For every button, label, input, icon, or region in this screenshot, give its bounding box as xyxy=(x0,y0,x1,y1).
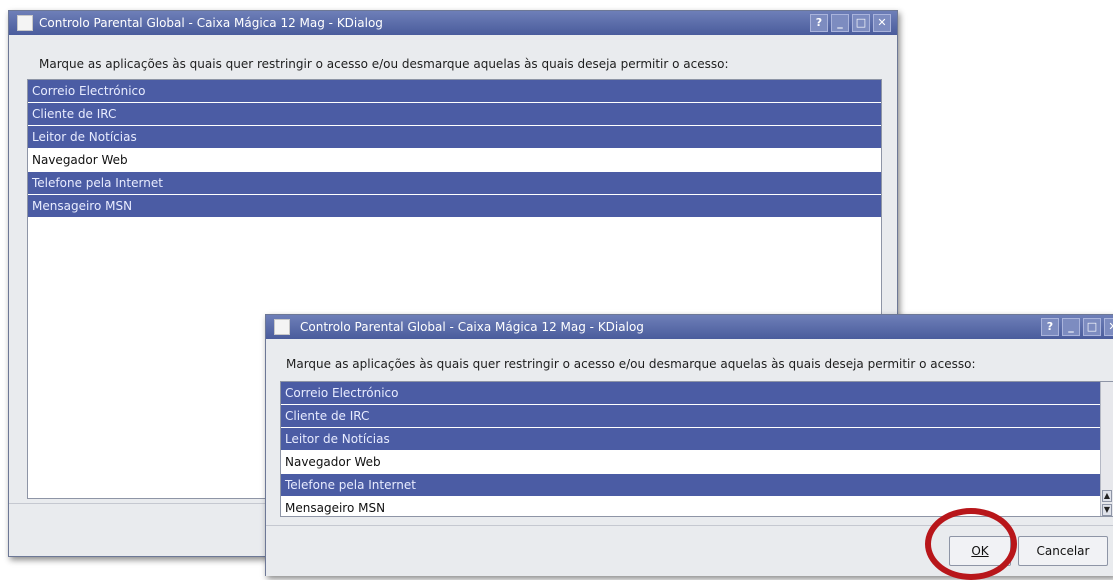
list-item[interactable]: Mensageiro MSN xyxy=(28,195,881,218)
list-item[interactable]: Navegador Web xyxy=(28,149,881,172)
maximize-button[interactable]: □ xyxy=(1083,318,1101,336)
list-item[interactable]: Leitor de Notícias xyxy=(28,126,881,149)
list-item[interactable]: Correio Electrónico xyxy=(281,382,1100,405)
prompt-text: Marque as aplicações às quais quer restr… xyxy=(286,357,976,371)
minimize-button[interactable]: _ xyxy=(831,14,849,32)
list-scrollbar[interactable]: ▲ ▼ xyxy=(1100,382,1113,516)
list-item[interactable]: Cliente de IRC xyxy=(28,103,881,126)
close-button[interactable]: ✕ xyxy=(873,14,891,32)
applications-list[interactable]: Correio Electrónico Cliente de IRC Leitor … xyxy=(280,381,1113,517)
scroll-down-arrow-icon[interactable]: ▼ xyxy=(1102,504,1112,516)
titlebar-back[interactable]: Controlo Parental Global - Caixa Mágica … xyxy=(9,11,897,35)
list-item[interactable]: Correio Electrónico xyxy=(28,80,881,103)
scroll-up-arrow-icon[interactable]: ▲ xyxy=(1102,490,1112,502)
prompt-text: Marque as aplicações às quais quer restr… xyxy=(39,57,729,71)
list-item[interactable]: Leitor de Notícias xyxy=(281,428,1100,451)
list-item[interactable]: Navegador Web xyxy=(281,451,1100,474)
minimize-button[interactable]: _ xyxy=(1062,318,1080,336)
close-button[interactable]: ✕ xyxy=(1104,318,1113,336)
app-icon xyxy=(17,15,33,31)
window-title: Controlo Parental Global - Caixa Mágica … xyxy=(39,16,383,30)
app-icon xyxy=(274,319,290,335)
list-item[interactable]: Cliente de IRC xyxy=(281,405,1100,428)
ok-highlight-circle xyxy=(925,508,1017,580)
help-button[interactable]: ? xyxy=(1041,318,1059,336)
list-item[interactable]: Telefone pela Internet xyxy=(28,172,881,195)
help-button[interactable]: ? xyxy=(810,14,828,32)
cancel-button[interactable]: Cancelar xyxy=(1018,536,1108,566)
maximize-button[interactable]: □ xyxy=(852,14,870,32)
list-item[interactable]: Telefone pela Internet xyxy=(281,474,1100,497)
window-title: Controlo Parental Global - Caixa Mágica … xyxy=(300,320,644,334)
titlebar-front[interactable]: Controlo Parental Global - Caixa Mágica … xyxy=(266,315,1113,339)
